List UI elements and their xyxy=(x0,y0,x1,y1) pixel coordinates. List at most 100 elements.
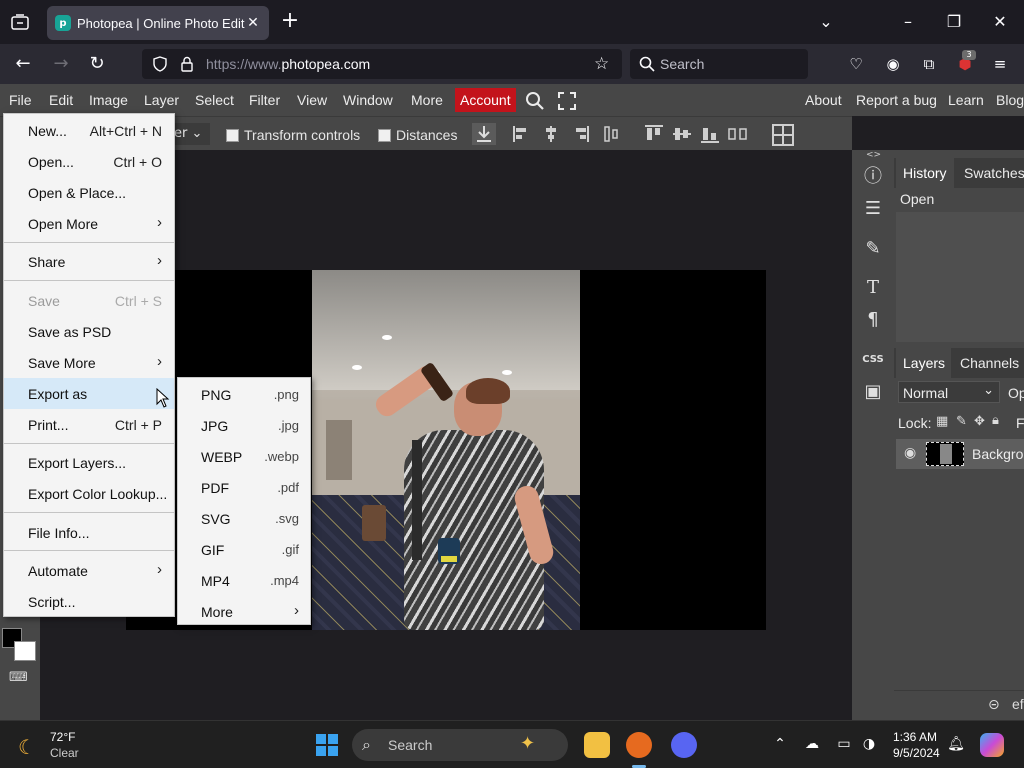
browser-search-field[interactable]: Search xyxy=(630,49,808,79)
lock-all-icon[interactable]: 🔒︎ xyxy=(992,413,999,428)
auto-select-dropdown[interactable]: er ⌄ xyxy=(170,123,210,145)
discord-icon[interactable] xyxy=(671,732,697,758)
checkbox-box[interactable] xyxy=(378,128,391,142)
transform-controls-checkbox[interactable]: Transform controls xyxy=(226,127,360,143)
align-bottom-icon[interactable] xyxy=(700,124,720,144)
clock-date[interactable]: 9/5/2024 xyxy=(893,746,940,760)
info-icon[interactable]: ⓘ xyxy=(861,165,885,189)
browser-tab-photopea[interactable]: p Photopea | Online Photo Editor ✕ xyxy=(47,6,269,40)
layer-row-background[interactable]: ◉ Backgrou xyxy=(896,439,1024,469)
export-mp4[interactable]: MP4 .mp4 xyxy=(178,565,310,596)
reload-icon[interactable]: ↻ xyxy=(86,54,108,76)
menu-view[interactable]: View xyxy=(297,92,327,108)
tab-swatches[interactable]: Swatches xyxy=(964,165,1024,181)
distances-checkbox[interactable]: Distances xyxy=(378,127,457,143)
window-close-icon[interactable]: ✕ xyxy=(990,12,1010,32)
link-about[interactable]: About xyxy=(805,92,842,108)
distribute-vertical-icon[interactable] xyxy=(728,125,748,143)
export-webp[interactable]: WEBP .webp xyxy=(178,441,310,472)
tab-list-icon[interactable] xyxy=(8,10,32,34)
lock-position-icon[interactable]: ✥ xyxy=(974,414,985,429)
export-jpg[interactable]: JPG .jpg xyxy=(178,410,310,441)
menu-item-file-info[interactable]: File Info... xyxy=(4,517,174,548)
menu-more[interactable]: More xyxy=(411,92,443,108)
export-svg[interactable]: SVG .svg xyxy=(178,503,310,534)
grid-icon[interactable] xyxy=(772,124,794,146)
menu-item-script[interactable]: Script... xyxy=(4,586,174,617)
menu-file[interactable]: File xyxy=(9,92,32,108)
align-center-icon[interactable] xyxy=(542,125,560,143)
distribute-horizontal-icon[interactable] xyxy=(602,125,620,143)
blend-mode-select[interactable]: Normal ⌄ xyxy=(898,381,1000,403)
taskbar-search[interactable]: ⌕ Search ✦ xyxy=(352,729,568,761)
app-menu-icon[interactable]: ≡ xyxy=(990,55,1010,75)
clock-time[interactable]: 1:36 AM xyxy=(893,730,937,744)
volume-icon[interactable]: ◑ xyxy=(860,736,878,752)
menu-filter[interactable]: Filter xyxy=(249,92,280,108)
align-right-icon[interactable] xyxy=(572,125,590,143)
notification-bell-icon[interactable]: 🔔︎ xyxy=(947,736,965,752)
moon-weather-icon[interactable]: ☾ xyxy=(18,735,36,759)
brush-icon[interactable]: ✎ xyxy=(861,237,885,261)
shield-icon[interactable] xyxy=(152,56,168,72)
link-learn[interactable]: Learn xyxy=(948,92,984,108)
menu-item-open-more[interactable]: Open More › xyxy=(4,208,174,239)
link-report-bug[interactable]: Report a bug xyxy=(856,92,937,108)
chevron-up-icon[interactable]: ⌃ xyxy=(771,736,789,752)
lock-icon[interactable] xyxy=(180,56,194,72)
account-icon[interactable]: ◉ xyxy=(883,55,903,75)
menu-item-new[interactable]: New... Alt+Ctrl + N xyxy=(4,115,174,146)
copilot-icon[interactable] xyxy=(980,733,1004,757)
menu-item-export-layers[interactable]: Export Layers... xyxy=(4,447,174,478)
bookmark-star-icon[interactable]: ☆ xyxy=(594,54,609,74)
export-more[interactable]: More › xyxy=(178,596,310,627)
menu-item-open-place[interactable]: Open & Place... xyxy=(4,177,174,208)
search-icon[interactable] xyxy=(525,91,545,111)
export-png[interactable]: PNG .png xyxy=(178,379,310,410)
export-gif[interactable]: GIF .gif xyxy=(178,534,310,565)
image-icon[interactable]: ▣ xyxy=(861,380,885,404)
file-explorer-icon[interactable] xyxy=(584,732,610,758)
menu-window[interactable]: Window xyxy=(343,92,393,108)
menu-item-export-color-lookup[interactable]: Export Color Lookup... xyxy=(4,478,174,509)
menu-item-save-as-psd[interactable]: Save as PSD xyxy=(4,316,174,347)
weather-temperature[interactable]: 72°F xyxy=(50,730,75,744)
menu-item-export-as[interactable]: Export as› xyxy=(4,378,174,409)
pocket-icon[interactable]: ♡ xyxy=(846,55,866,75)
download-icon[interactable] xyxy=(472,123,496,145)
keyboard-icon[interactable]: ⌨ xyxy=(9,671,31,684)
eye-icon[interactable]: ◉ xyxy=(904,445,916,461)
firefox-icon[interactable] xyxy=(626,732,652,758)
lock-transparency-icon[interactable]: ▦ xyxy=(936,414,948,429)
effects-label[interactable]: ef xyxy=(1012,696,1024,712)
account-button[interactable]: Account xyxy=(455,88,516,112)
link-blog[interactable]: Blog xyxy=(996,92,1024,108)
extensions-icon[interactable]: ⧉ xyxy=(919,55,939,75)
menu-image[interactable]: Image xyxy=(89,92,128,108)
collapse-icon[interactable]: <> xyxy=(866,150,881,160)
align-left-icon[interactable] xyxy=(512,125,530,143)
menu-edit[interactable]: Edit xyxy=(49,92,73,108)
menu-layer[interactable]: Layer xyxy=(144,92,179,108)
list-all-tabs-icon[interactable]: ⌄ xyxy=(816,12,836,32)
fullscreen-icon[interactable] xyxy=(558,92,576,110)
minimize-icon[interactable]: – xyxy=(898,12,918,32)
paragraph-icon[interactable]: ¶ xyxy=(861,308,885,332)
tab-layers[interactable]: Layers xyxy=(903,355,945,371)
weather-condition[interactable]: Clear xyxy=(50,746,79,760)
back-arrow-icon[interactable]: ← xyxy=(12,54,34,76)
menu-item-print[interactable]: Print... Ctrl + P xyxy=(4,409,174,440)
adjustments-icon[interactable]: ☰ xyxy=(861,197,885,221)
menu-item-save-more[interactable]: Save More › xyxy=(4,347,174,378)
menu-item-share[interactable]: Share › xyxy=(4,246,174,277)
link-layers-icon[interactable]: ⊝ xyxy=(988,697,1000,713)
restore-icon[interactable]: ❐ xyxy=(944,12,964,32)
align-middle-icon[interactable] xyxy=(672,124,692,144)
windows-start-icon[interactable] xyxy=(316,734,338,756)
menu-item-open[interactable]: Open... Ctrl + O xyxy=(4,146,174,177)
forward-arrow-icon[interactable]: → xyxy=(50,54,72,76)
align-top-icon[interactable] xyxy=(644,124,664,144)
checkbox-box[interactable] xyxy=(226,128,239,142)
menu-select[interactable]: Select xyxy=(195,92,234,108)
history-item-open[interactable]: Open xyxy=(900,191,934,207)
